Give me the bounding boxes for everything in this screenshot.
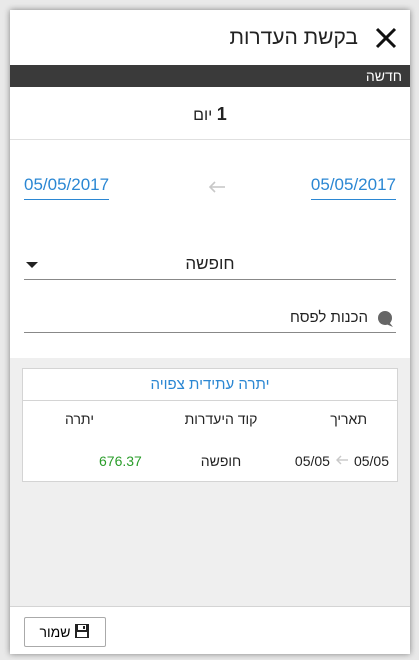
absence-request-panel: בקשת העדרות חדשה 1 יום 05/05/2017 05/05/…	[10, 10, 410, 654]
end-date-field[interactable]: 05/05/2017	[24, 175, 110, 200]
arrow-left-icon	[205, 177, 229, 197]
divider	[10, 139, 410, 140]
row-balance: 676.37	[99, 453, 142, 469]
row-absence-code: חופשה	[200, 453, 242, 469]
column-header-balance: יתרה	[65, 411, 94, 427]
balance-card-title: יתרה עתידית צפויה	[23, 369, 397, 401]
start-date-field[interactable]: 05/05/2017	[310, 175, 396, 200]
arrow-left-icon	[334, 453, 350, 469]
absence-type-select[interactable]: חופשה	[24, 252, 396, 280]
floppy-disk-icon	[74, 623, 90, 642]
row-date-to: 05/05	[294, 453, 330, 469]
close-icon	[375, 27, 397, 49]
note-field[interactable]: הכנות לפסח	[24, 305, 396, 333]
duration-number: 1	[216, 104, 227, 124]
close-button[interactable]	[372, 24, 400, 52]
footer: שמור	[10, 606, 410, 654]
balance-card: יתרה עתידית צפויה תאריך קוד היעדרות יתרה…	[22, 368, 398, 482]
comment-icon	[376, 310, 394, 328]
save-button[interactable]: שמור	[24, 617, 106, 647]
save-button-label: שמור	[39, 624, 71, 640]
page-title: בקשת העדרות	[229, 26, 358, 49]
status-badge: חדשה	[10, 65, 410, 87]
request-form: 1 יום 05/05/2017 05/05/2017 חופשה הכנות …	[10, 87, 410, 358]
row-date-from: 05/05	[353, 453, 389, 469]
column-header-code: קוד היעדרות	[184, 411, 258, 427]
absence-type-value: חופשה	[185, 254, 235, 273]
column-header-date: תאריך	[330, 411, 367, 427]
duration-unit: יום	[193, 107, 213, 124]
caret-down-icon	[26, 262, 38, 268]
duration-display: 1 יום	[10, 104, 410, 125]
note-text: הכנות לפסח	[289, 309, 368, 326]
table-row-dates: 05/05 05/05	[295, 453, 389, 469]
header: בקשת העדרות	[10, 10, 410, 65]
